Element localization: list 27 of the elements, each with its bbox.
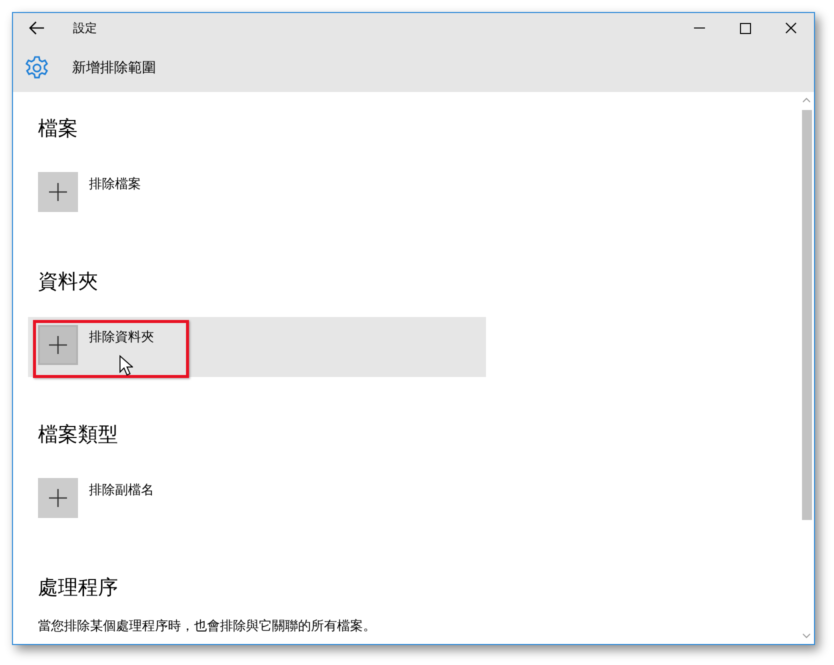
add-row[interactable]: 排除檔案: [28, 164, 486, 224]
window-title: 設定: [73, 20, 98, 36]
page-title: 新增排除範圍: [72, 58, 156, 76]
section-heading: 檔案類型: [38, 421, 119, 448]
scroll-down-icon[interactable]: [802, 631, 811, 640]
add-button[interactable]: [38, 325, 78, 365]
plus-icon: [49, 336, 67, 354]
add-label: 排除資料夾: [89, 329, 154, 346]
minimize-icon: [694, 27, 704, 29]
add-label: 排除檔案: [89, 176, 141, 193]
plus-icon: [49, 183, 67, 201]
scroll-up-icon[interactable]: [802, 96, 811, 105]
cursor-icon: [119, 355, 133, 376]
add-button[interactable]: [38, 478, 78, 518]
add-row[interactable]: 排除副檔名: [28, 470, 486, 530]
section-heading: 處理程序: [38, 574, 119, 601]
close-icon: [785, 22, 797, 34]
description-text: 當您排除某個處理程序時，也會排除與它關聯的所有檔案。: [38, 618, 377, 635]
section-heading: 資料夾: [38, 268, 99, 295]
section-heading: 檔案: [38, 115, 79, 142]
add-label: 排除副檔名: [89, 482, 154, 499]
settings-icon: [24, 54, 50, 80]
plus-icon: [49, 489, 67, 507]
add-row[interactable]: 排除資料夾: [28, 317, 486, 377]
back-arrow-icon: [29, 21, 45, 35]
add-button[interactable]: [38, 172, 78, 212]
maximize-icon: [740, 22, 750, 34]
